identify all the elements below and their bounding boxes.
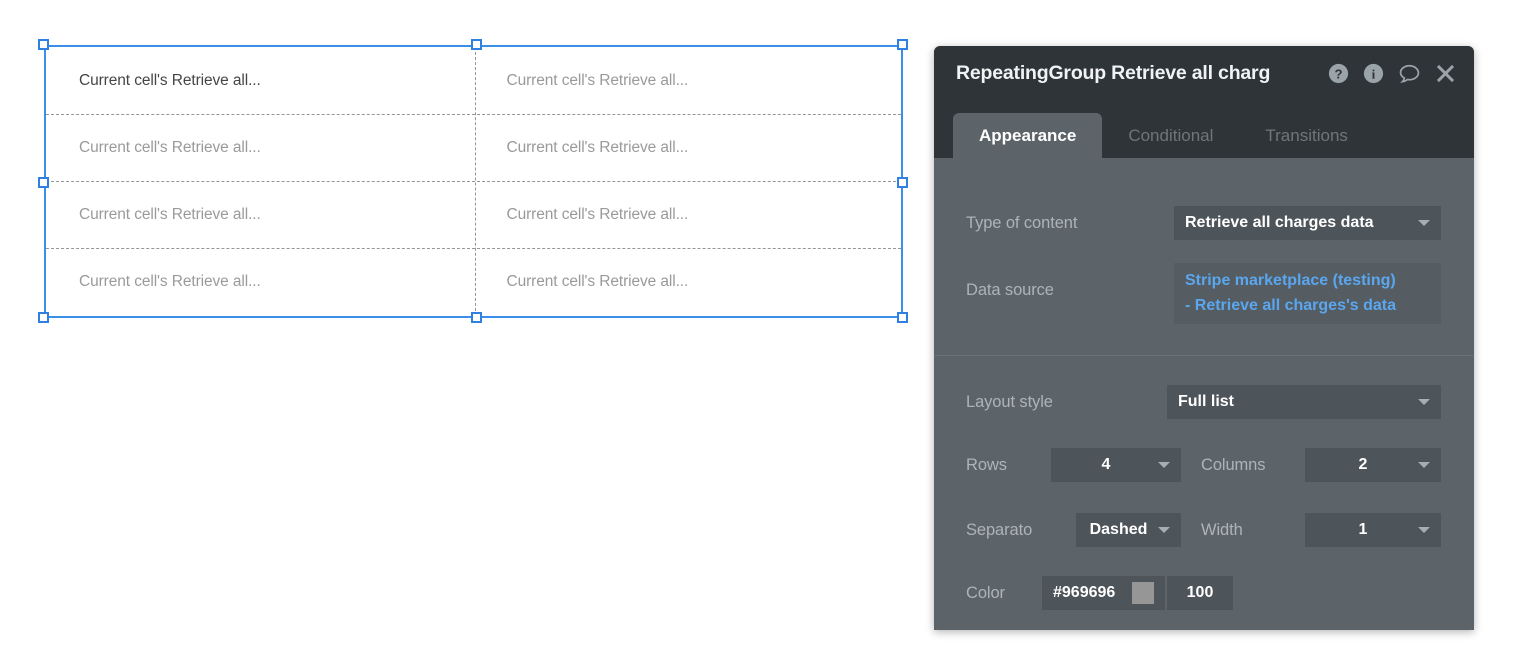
rg-cell[interactable]: Current cell's Retrieve all...	[474, 249, 902, 316]
tab-transitions[interactable]: Transitions	[1239, 113, 1374, 158]
rows-label: Rows	[966, 455, 1007, 474]
resize-handle-middle-left[interactable]	[38, 177, 49, 188]
comment-icon[interactable]	[1398, 63, 1421, 84]
panel-title: RepeatingGroup Retrieve all charg	[956, 62, 1271, 84]
tab-conditional[interactable]: Conditional	[1102, 113, 1239, 158]
color-hex-value: #969696	[1053, 584, 1116, 601]
chevron-down-icon	[1418, 399, 1430, 405]
separator-row: Separato	[966, 513, 1032, 547]
svg-text:?: ?	[1334, 66, 1342, 81]
resize-handle-bottom-left[interactable]	[38, 312, 49, 323]
color-opacity-value: 100	[1186, 584, 1214, 601]
design-canvas[interactable]: Current cell's Retrieve all... Current c…	[0, 0, 925, 654]
color-swatch[interactable]	[1132, 582, 1154, 604]
type-of-content-dropdown[interactable]: Retrieve all charges data	[1174, 206, 1441, 240]
panel-header: RepeatingGroup Retrieve all charg ? i	[934, 46, 1474, 101]
chevron-down-icon	[1418, 527, 1430, 533]
row-separator	[46, 181, 901, 182]
panel-header-icons: ? i	[1318, 63, 1456, 84]
type-of-content-value: Retrieve all charges data	[1185, 214, 1374, 231]
panel-tabs[interactable]: Appearance Conditional Transitions	[934, 101, 1474, 158]
resize-handle-bottom-right[interactable]	[897, 312, 908, 323]
width-value: 1	[1358, 521, 1368, 538]
columns-value: 2	[1358, 456, 1368, 473]
help-icon[interactable]: ?	[1328, 63, 1349, 84]
data-source-line-1: Stripe marketplace (testing)	[1185, 271, 1396, 289]
close-icon[interactable]	[1435, 63, 1456, 84]
resize-handle-bottom-center[interactable]	[471, 312, 482, 323]
chevron-down-icon	[1158, 462, 1170, 468]
property-editor-panel[interactable]: RepeatingGroup Retrieve all charg ? i Ap…	[934, 46, 1474, 630]
separator-label: Separato	[966, 520, 1033, 539]
rg-cell[interactable]: Current cell's Retrieve all...	[46, 114, 474, 181]
rg-cell[interactable]: Current cell's Retrieve all...	[474, 47, 902, 114]
resize-handle-top-right[interactable]	[897, 39, 908, 50]
color-label: Color	[966, 583, 1005, 602]
chevron-down-icon	[1418, 220, 1430, 226]
svg-text:i: i	[1372, 66, 1376, 81]
rg-cell[interactable]: Current cell's Retrieve all...	[46, 182, 474, 249]
separator-dropdown[interactable]: Dashed	[1076, 513, 1181, 547]
chevron-down-icon	[1418, 462, 1430, 468]
layout-style-dropdown[interactable]: Full list	[1167, 385, 1441, 419]
resize-handle-top-center[interactable]	[471, 39, 482, 50]
type-of-content-label: Type of content	[966, 213, 1078, 232]
layout-style-label: Layout style	[966, 392, 1053, 411]
layout-style-value: Full list	[1178, 393, 1234, 410]
layout-style-row: Layout style	[966, 385, 1053, 419]
separator-value: Dashed	[1089, 521, 1148, 538]
repeating-group-element[interactable]: Current cell's Retrieve all... Current c…	[44, 45, 903, 318]
chevron-down-icon	[1158, 527, 1170, 533]
rows-row: Rows	[966, 448, 1007, 482]
color-row: Color	[966, 576, 1005, 610]
data-source-value[interactable]: Stripe marketplace (testing) - Retrieve …	[1174, 263, 1441, 324]
data-source-line-2: - Retrieve all charges's data	[1185, 296, 1397, 314]
type-of-content-row: Type of content	[966, 206, 1077, 240]
data-source-row: Data source	[966, 273, 1054, 307]
section-divider	[934, 355, 1474, 356]
repeating-group-selection[interactable]: Current cell's Retrieve all... Current c…	[38, 39, 908, 323]
data-source-label: Data source	[966, 280, 1054, 299]
columns-label: Columns	[1201, 455, 1266, 474]
width-row: Width	[1201, 513, 1243, 547]
width-label: Width	[1201, 520, 1243, 539]
rg-cell[interactable]: Current cell's Retrieve all...	[46, 249, 474, 316]
column-separator	[475, 47, 476, 316]
app-screenshot: Current cell's Retrieve all... Current c…	[0, 0, 1516, 654]
resize-handle-middle-right[interactable]	[897, 177, 908, 188]
rows-value: 4	[1101, 456, 1111, 473]
rg-cell[interactable]: Current cell's Retrieve all...	[46, 47, 474, 114]
tab-appearance[interactable]: Appearance	[953, 113, 1103, 158]
rg-cell[interactable]: Current cell's Retrieve all...	[474, 114, 902, 181]
color-opacity-input[interactable]: 100	[1167, 576, 1233, 610]
info-icon[interactable]: i	[1363, 63, 1384, 84]
columns-dropdown[interactable]: 2	[1305, 448, 1441, 482]
row-separator	[46, 248, 901, 249]
panel-body: Type of content Retrieve all charges dat…	[934, 158, 1474, 630]
row-separator	[46, 114, 901, 115]
rows-dropdown[interactable]: 4	[1051, 448, 1181, 482]
rg-cell[interactable]: Current cell's Retrieve all...	[474, 182, 902, 249]
width-dropdown[interactable]: 1	[1305, 513, 1441, 547]
color-hex-input[interactable]: #969696	[1042, 576, 1165, 610]
resize-handle-top-left[interactable]	[38, 39, 49, 50]
columns-row: Columns	[1201, 448, 1266, 482]
